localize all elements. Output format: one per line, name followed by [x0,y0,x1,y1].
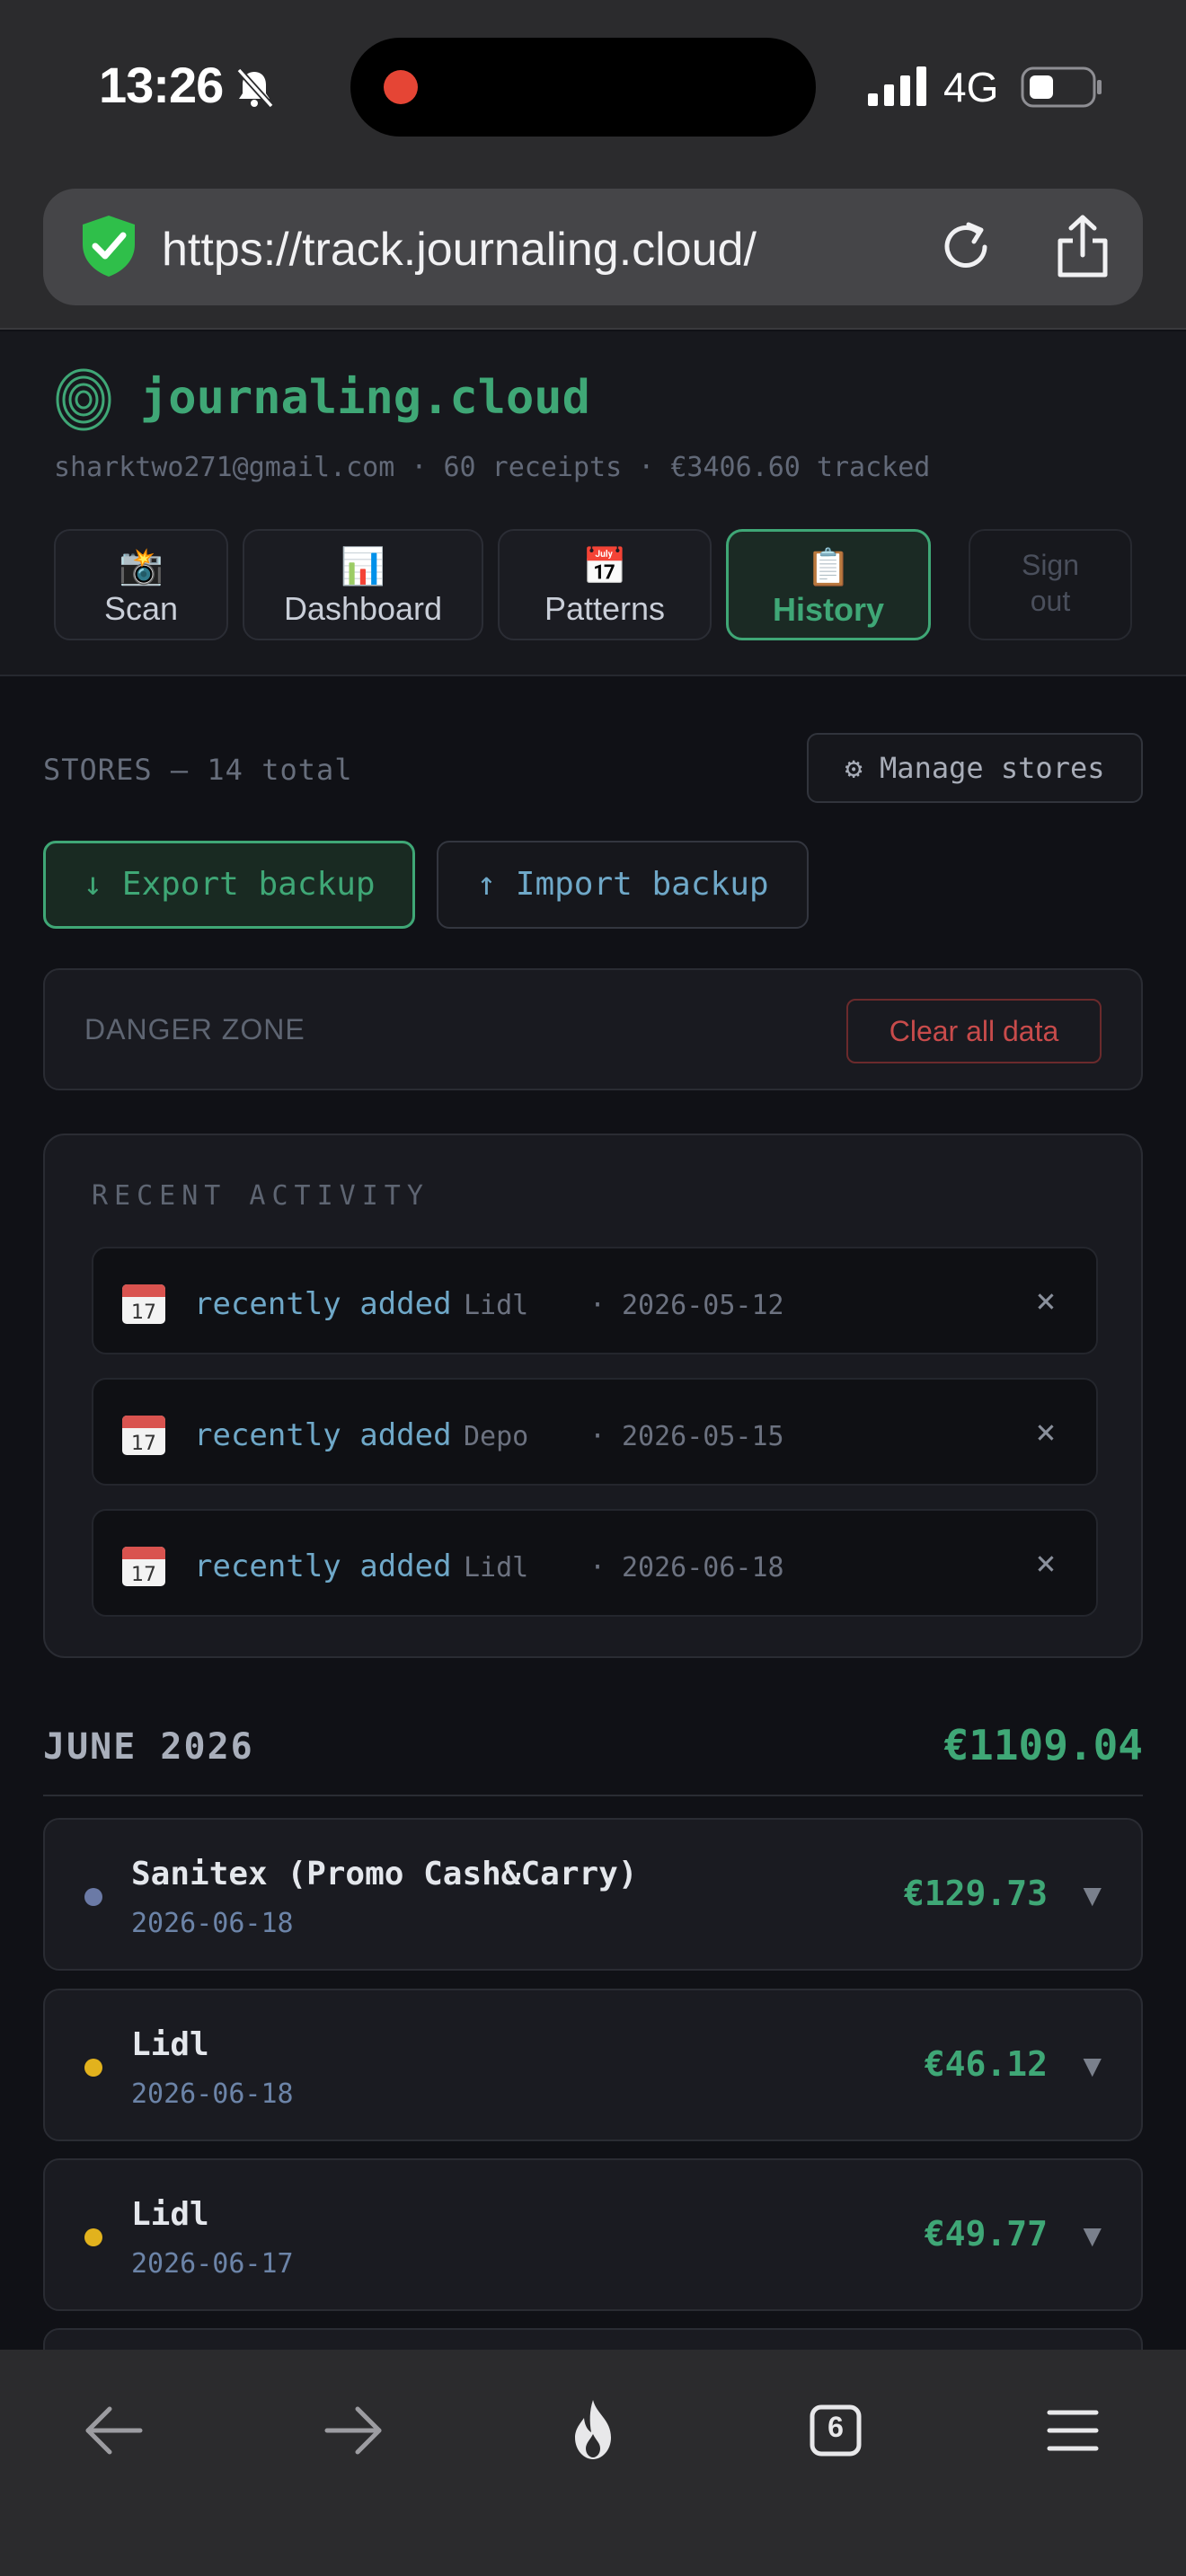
camera-flash-icon: 📸 [119,547,164,587]
activity-store: Lidl [464,1290,529,1321]
calendar-icon: 📅 [582,547,627,587]
tracked-total: €3406.60 tracked [670,452,931,483]
receipt-row[interactable]: Lidl 2026-06-17 €49.77 ▼ [43,2158,1143,2311]
store-color-dot [84,1888,102,1906]
account-separator: · [638,452,655,483]
tab-scan[interactable]: 📸 Scan [54,529,228,640]
url-text[interactable]: https://track.journaling.cloud/ [162,223,757,277]
clear-all-data-button[interactable]: Clear all data [846,999,1102,1063]
bell-slash-icon [236,67,274,109]
activity-separator: · [589,1421,606,1452]
receipt-amount: €46.12 [924,2044,1048,2084]
dynamic-island [350,38,816,137]
receipt-date: 2026-06-18 [131,2078,294,2110]
calendar-icon: 17 [122,1284,165,1324]
receipt-store: Lidl [131,2026,209,2063]
receipt-store: Sanitex (Promo Cash&Carry) [131,1856,638,1892]
activity-store: Depo [464,1421,529,1452]
tab-label: Scan [103,590,179,627]
main-tabs: 📸 Scan 📊 Dashboard 📅 Patterns 📋 History … [54,529,1132,640]
bar-chart-icon: 📊 [341,547,385,587]
activity-tag: recently added [194,1417,452,1453]
browser-top-chrome: 13:26 4G https://track.journaling.cloud/ [0,0,1186,330]
recent-activity-card: RECENT ACTIVITY 17 recently added Lidl ·… [43,1134,1143,1658]
month-header: JUNE 2026 €1109.04 [43,1716,1143,1796]
receipt-row[interactable]: Lidl 2026-06-18 €46.12 ▼ [43,1989,1143,2141]
activity-tag: recently added [194,1548,452,1584]
receipt-count: 60 receipts [443,452,623,483]
dismiss-icon[interactable]: × [1022,1277,1069,1324]
recording-icon [384,70,418,104]
activity-separator: · [589,1290,606,1321]
account-separator: · [411,452,428,483]
receipt-date: 2026-06-18 [131,1908,294,1939]
sign-out-label: Sign out [1021,549,1080,617]
url-bar[interactable]: https://track.journaling.cloud/ [43,189,1143,305]
svg-text:17: 17 [131,1433,156,1455]
stores-row: STORES — 14 total ⚙ Manage stores [43,733,1143,803]
status-time: 13:26 [99,57,224,113]
danger-zone-card: DANGER ZONE Clear all data [43,968,1143,1090]
sign-out-button[interactable]: Sign out [969,529,1132,640]
stores-count-label: STORES — 14 total [43,753,353,787]
back-arrow-icon[interactable] [77,2395,149,2466]
recent-activity-title: RECENT ACTIVITY [92,1180,429,1212]
signal-icon [868,66,926,106]
receipt-amount: €49.77 [924,2214,1048,2254]
activity-separator: · [589,1552,606,1584]
account-summary: sharktwo271@gmail.com · 60 receipts · €3… [54,452,930,483]
activity-tag: recently added [194,1286,452,1322]
dismiss-icon[interactable]: × [1022,1539,1069,1586]
shield-check-icon [83,216,135,277]
tab-label: History [772,591,885,628]
clipboard-icon: 📋 [806,548,851,587]
tabs-icon[interactable]: 6 [800,2395,872,2466]
receipt-amount: €129.73 [903,1874,1048,1913]
manage-stores-button[interactable]: ⚙ Manage stores [807,733,1143,803]
receipt-row[interactable]: Sanitex (Promo Cash&Carry) 2026-06-18 €1… [43,1818,1143,1971]
svg-text:17: 17 [131,1564,156,1586]
fingerprint-logo-icon [56,368,111,431]
calendar-icon: 17 [122,1547,165,1586]
tab-count: 6 [828,2411,844,2443]
account-email: sharktwo271@gmail.com [54,452,395,483]
menu-icon[interactable] [1037,2395,1109,2466]
tab-label: Patterns [544,590,666,627]
receipt-store: Lidl [131,2196,209,2233]
chevron-down-icon[interactable]: ▼ [1084,1877,1102,1913]
dismiss-icon[interactable]: × [1022,1408,1069,1455]
flame-icon[interactable] [557,2395,629,2466]
network-label: 4G [943,64,999,110]
receipt-date: 2026-06-17 [131,2248,294,2280]
chevron-down-icon[interactable]: ▼ [1084,2218,1102,2254]
reload-icon[interactable] [936,217,996,277]
app-header: journaling.cloud sharktwo271@gmail.com ·… [0,331,1186,676]
activity-item[interactable]: 17 recently added Lidl · 2026-06-18 × [92,1509,1098,1617]
tab-patterns[interactable]: 📅 Patterns [498,529,712,640]
battery-icon [1021,66,1102,108]
import-backup-button[interactable]: ↑ Import backup [437,841,809,929]
activity-date: 2026-05-15 [622,1421,784,1452]
activity-item[interactable]: 17 recently added Lidl · 2026-05-12 × [92,1247,1098,1354]
activity-store: Lidl [464,1552,529,1584]
tab-label: Dashboard [283,590,443,627]
forward-arrow-icon[interactable] [318,2395,390,2466]
svg-text:17: 17 [131,1301,156,1324]
tab-dashboard[interactable]: 📊 Dashboard [243,529,483,640]
share-icon[interactable] [1053,214,1112,278]
month-total: €1109.04 [943,1721,1143,1769]
chevron-down-icon[interactable]: ▼ [1084,2048,1102,2084]
browser-bottom-toolbar: 6 [0,2350,1186,2576]
activity-date: 2026-05-12 [622,1290,784,1321]
export-backup-button[interactable]: ↓ Export backup [43,841,415,929]
store-color-dot [84,2059,102,2077]
activity-item[interactable]: 17 recently added Depo · 2026-05-15 × [92,1378,1098,1486]
tab-history[interactable]: 📋 History [726,529,931,640]
brand-title[interactable]: journaling.cloud [140,371,590,425]
activity-date: 2026-06-18 [622,1552,784,1584]
danger-zone-label: DANGER ZONE [84,1013,305,1045]
calendar-icon: 17 [122,1416,165,1455]
store-color-dot [84,2228,102,2246]
month-label: JUNE 2026 [43,1726,254,1768]
